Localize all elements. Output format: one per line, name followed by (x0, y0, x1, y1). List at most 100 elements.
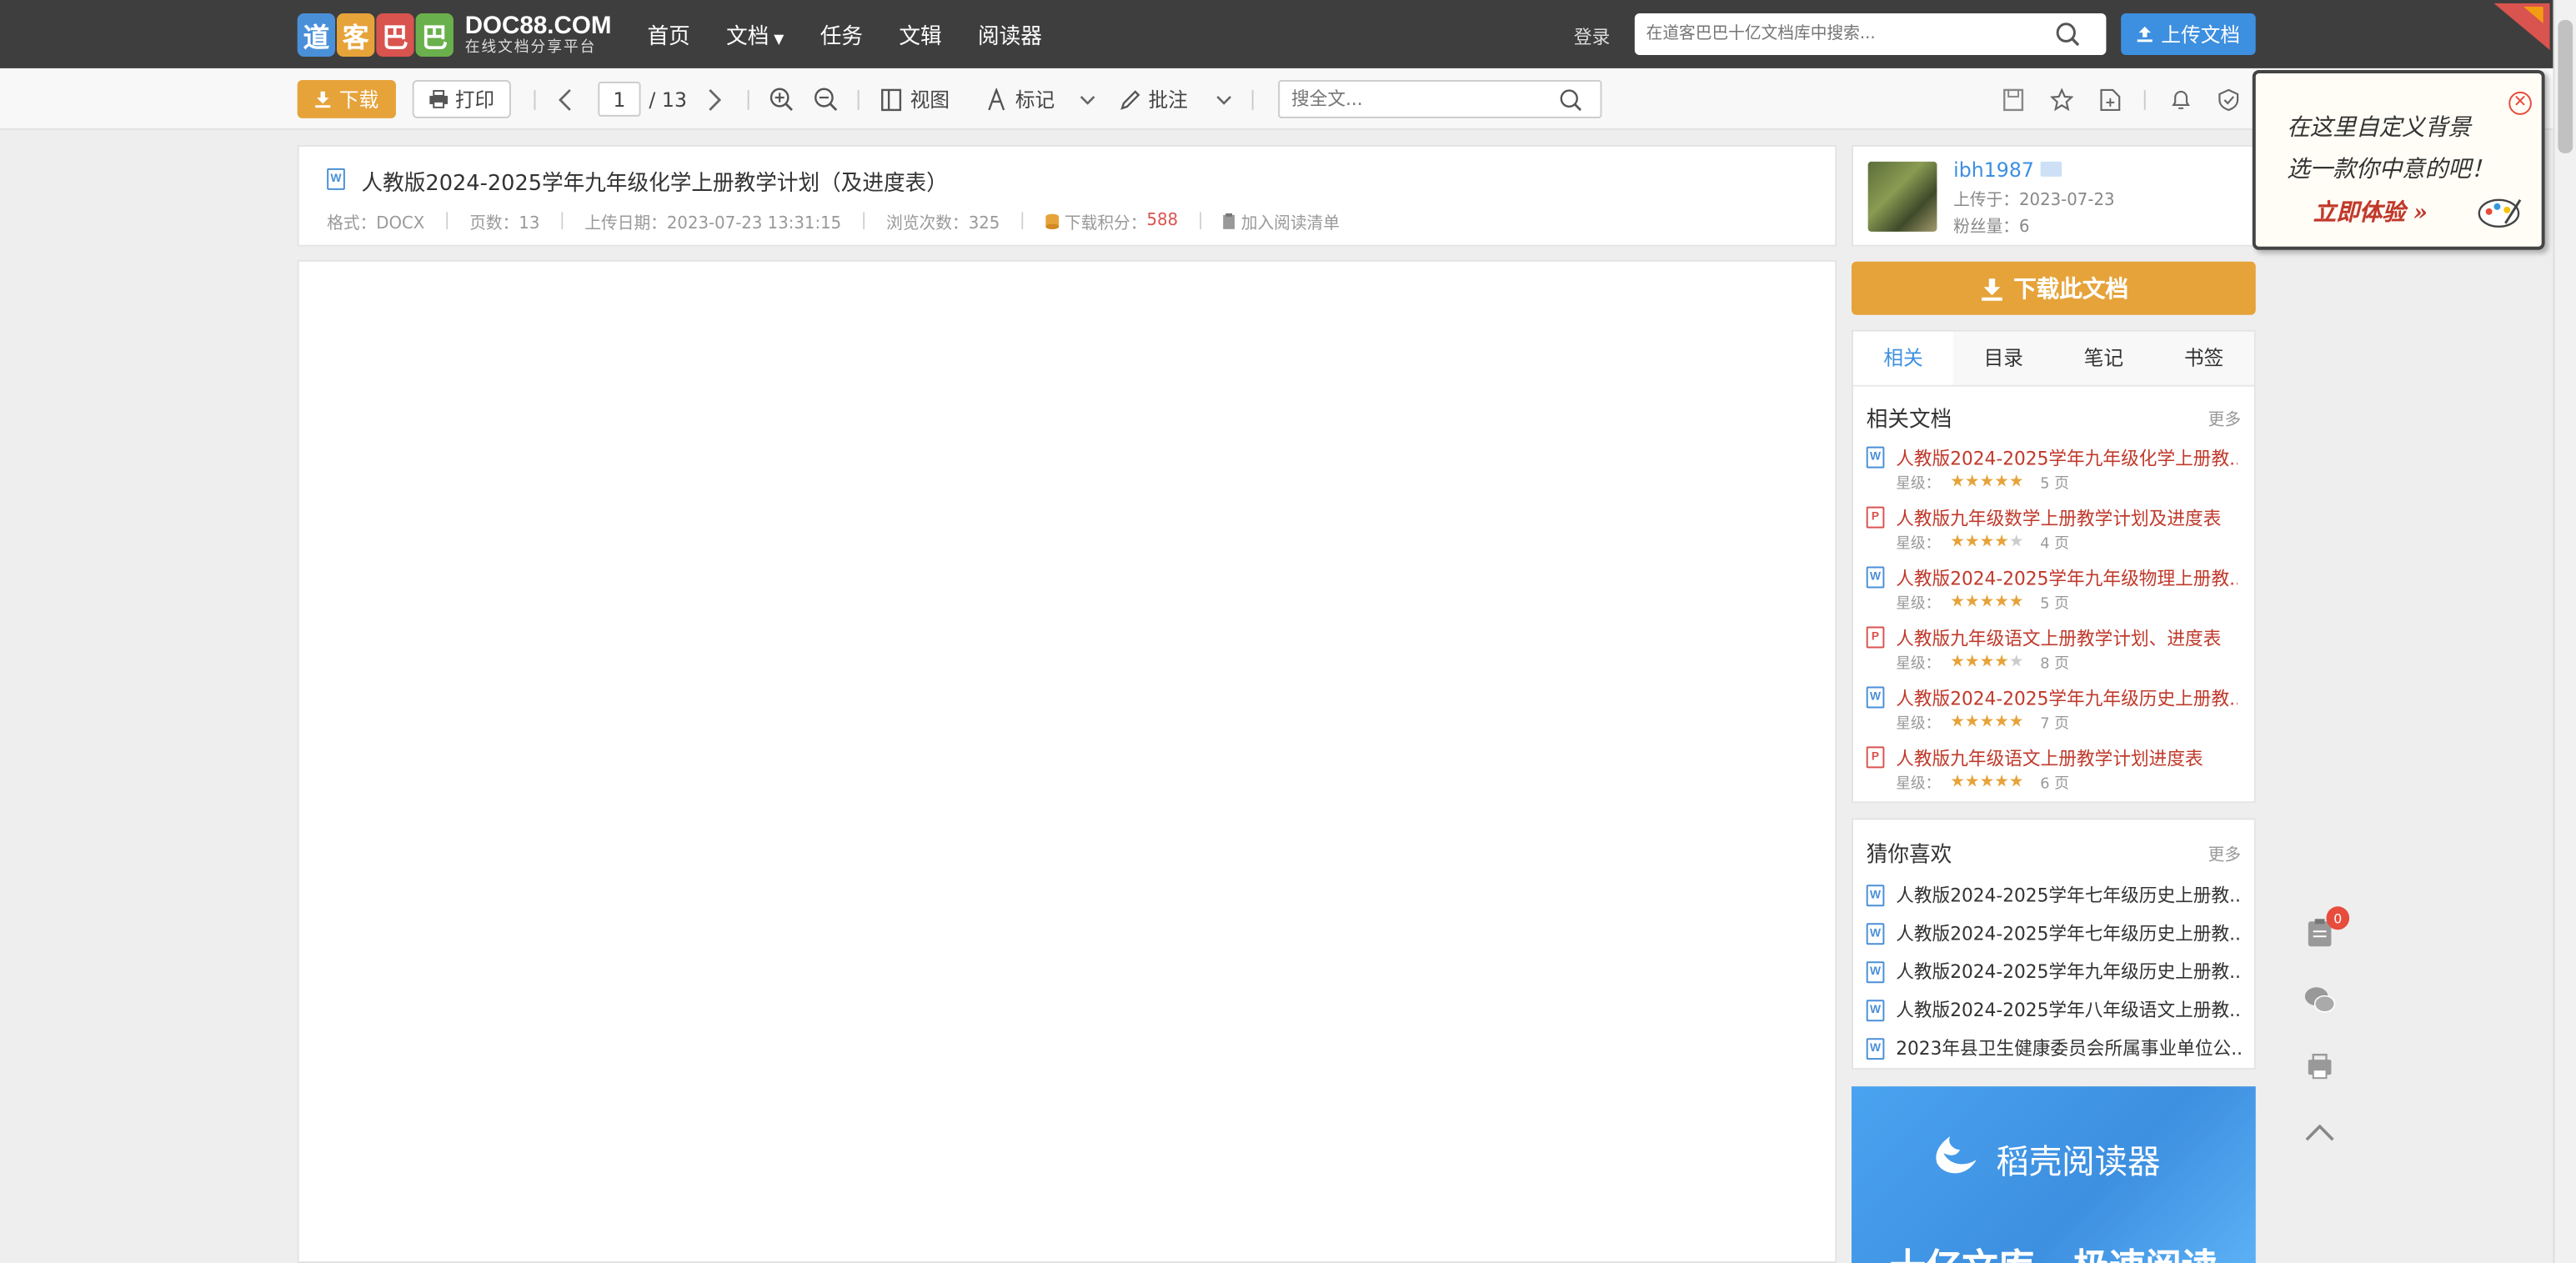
download-button[interactable]: 下载 (297, 79, 396, 118)
zoom-out-icon[interactable] (813, 80, 838, 118)
app-download-icon[interactable] (2297, 1046, 2343, 1086)
prev-page-icon[interactable] (557, 80, 574, 118)
tab-related[interactable]: 相关 (1852, 331, 1954, 385)
recommend-item-title[interactable]: 人教版2024-2025学年七年级历史上册教... (1896, 920, 2241, 946)
word-doc-icon: W (1866, 446, 1885, 469)
chevron-down-icon (1080, 94, 1096, 104)
reading-list-icon[interactable]: 0 (2297, 906, 2350, 953)
star-icon[interactable] (2050, 80, 2074, 118)
palette-icon (2478, 198, 2522, 228)
word-doc-icon: W (1866, 961, 1885, 984)
nav-collections[interactable]: 文辑 (899, 18, 941, 50)
search-icon[interactable] (1559, 88, 1582, 111)
doc-points-label: 下载积分： (1064, 214, 1147, 233)
recommend-item[interactable]: W 人教版2024-2025学年七年级历史上册教... (1866, 920, 2244, 946)
upload-button[interactable]: 上传文档 (2121, 13, 2256, 55)
related-item[interactable]: P 人教版九年级数学上册教学计划及进度表 星级： ★★★★★ 4 页 (1866, 505, 2244, 562)
recommend-item-title[interactable]: 人教版2024-2025学年九年级历史上册教... (1896, 958, 2241, 985)
bell-icon[interactable] (2170, 80, 2192, 118)
related-item-rating: 星级： ★★★★★ 6 页 (1896, 771, 2069, 793)
zoom-in-icon[interactable] (769, 80, 794, 118)
close-icon[interactable]: ✕ (2508, 91, 2532, 115)
related-item-pages: 8 页 (2040, 656, 2069, 674)
clipboard-icon (1223, 212, 1236, 229)
related-more-link[interactable]: 更多 (2208, 405, 2241, 430)
star-rating: ★★★★★ (1950, 533, 2024, 552)
toolbar-divider (857, 89, 860, 110)
related-item-title[interactable]: 人教版2024-2025学年九年级历史上册教... (1896, 684, 2238, 711)
document-page-view[interactable] (297, 259, 1837, 1263)
logo-char: 客 (336, 13, 375, 57)
custom-background-popup[interactable]: 在这里自定义背景 选一款你中意的吧！ 立即体验 » ✕ (2252, 69, 2545, 250)
logo-char: 巴 (415, 13, 454, 57)
nav-home[interactable]: 首页 (647, 18, 689, 50)
related-item[interactable]: W 人教版2024-2025学年九年级化学上册教... 星级： ★★★★★ 5 页 (1866, 445, 2244, 502)
add-doc-icon[interactable] (2100, 80, 2122, 118)
related-item-pages: 4 页 (2040, 536, 2069, 554)
scrollbar-thumb[interactable] (2558, 19, 2573, 153)
download-doc-button[interactable]: 下载此文档 (1851, 261, 2256, 315)
pdf-doc-icon: P (1866, 506, 1885, 529)
mail-icon[interactable] (2040, 161, 2062, 177)
related-item[interactable]: W 人教版2024-2025学年九年级历史上册教... 星级： ★★★★★ 7 页 (1866, 684, 2244, 741)
recommend-item[interactable]: W 人教版2024-2025学年七年级历史上册教... (1866, 881, 2244, 908)
corner-flag-icon[interactable] (2491, 0, 2553, 57)
recommend-item-title[interactable]: 人教版2024-2025学年八年级语文上册教... (1896, 996, 2241, 1023)
recommend-item[interactable]: W 人教版2024-2025学年九年级历史上册教... (1866, 958, 2244, 985)
page-number-input[interactable]: 1 (598, 81, 641, 117)
fulltext-search-input[interactable] (1280, 88, 1560, 110)
print-label: 打印 (454, 88, 495, 112)
related-item-rating: 星级： ★★★★★ 5 页 (1896, 472, 2069, 494)
save-icon[interactable] (2002, 80, 2024, 118)
avatar[interactable] (1867, 161, 1937, 232)
recommend-item[interactable]: W 人教版2024-2025学年八年级语文上册教... (1866, 996, 2244, 1023)
tab-toc[interactable]: 目录 (1953, 332, 2053, 385)
shield-check-icon[interactable] (2218, 80, 2239, 118)
related-item[interactable]: P 人教版九年级语文上册教学计划、进度表 星级： ★★★★★ 8 页 (1866, 625, 2244, 682)
recommend-title: 猜你喜欢 (1866, 843, 1952, 869)
word-doc-icon: W (1866, 1000, 1885, 1022)
back-to-top-icon[interactable] (2297, 1113, 2343, 1153)
page-scrollbar[interactable] (2553, 0, 2576, 1263)
recommend-item-title[interactable]: 人教版2024-2025学年七年级历史上册教... (1896, 881, 2241, 908)
add-reading-list-link[interactable]: 加入阅读清单 (1241, 208, 1340, 233)
star-label: 星级： (1896, 776, 1941, 794)
recommend-more-link[interactable]: 更多 (2208, 839, 2241, 865)
print-button[interactable]: 打印 (412, 79, 511, 118)
view-button[interactable]: 视图 (880, 80, 950, 118)
related-item-title[interactable]: 人教版九年级数学上册教学计划及进度表 (1896, 505, 2238, 532)
next-page-icon[interactable] (706, 80, 723, 118)
doc-points-value: 588 (1146, 211, 1179, 230)
site-search-input[interactable] (1634, 13, 2046, 54)
related-item-rating: 星级： ★★★★★ 4 页 (1896, 532, 2069, 554)
reader-ad-banner[interactable]: 稻壳阅读器 十亿文库 · 极速阅读 (1851, 1086, 2256, 1263)
star-label: 星级： (1896, 716, 1941, 734)
pen-icon (1119, 88, 1140, 111)
nav-docs[interactable]: 文档 ▼ (726, 18, 784, 50)
logo-tagline: 在线文档分享平台 (464, 39, 597, 57)
logo-domain: DOC88.COM (464, 11, 612, 40)
recommend-item-title[interactable]: 2023年县卫生健康委员会所属事业单位公... (1896, 1035, 2241, 1061)
nav-reader[interactable]: 阅读器 (978, 18, 1042, 50)
related-item-title[interactable]: 人教版2024-2025学年九年级化学上册教... (1896, 445, 2238, 472)
related-item-title[interactable]: 人教版2024-2025学年九年级物理上册教... (1896, 565, 2238, 592)
recommend-item[interactable]: W 2023年县卫生健康委员会所属事业单位公... (1866, 1035, 2244, 1061)
related-item-title[interactable]: 人教版九年级语文上册教学计划、进度表 (1896, 625, 2238, 652)
tab-bookmarks[interactable]: 书签 (2154, 332, 2254, 385)
star-label: 星级： (1896, 656, 1941, 674)
nav-tasks[interactable]: 任务 (820, 18, 863, 50)
related-item[interactable]: P 人教版九年级语文上册教学计划进度表 星级： ★★★★★ 6 页 (1866, 744, 2244, 801)
wechat-icon[interactable] (2297, 980, 2343, 1020)
mark-button[interactable]: 标记 (985, 80, 1095, 118)
site-logo[interactable]: 道客巴巴 DOC88.COM 在线文档分享平台 (297, 10, 612, 60)
related-item[interactable]: W 人教版2024-2025学年九年级物理上册教... 星级： ★★★★★ 5 页 (1866, 565, 2244, 622)
annotate-button[interactable]: 批注 (1119, 80, 1232, 118)
download-doc-label: 下载此文档 (2013, 276, 2129, 303)
author-name[interactable]: ibh1987 (1953, 158, 2034, 182)
search-icon[interactable] (2055, 22, 2080, 47)
doc-title: 人教版2024-2025学年九年级化学上册教学计划（及进度表） (361, 171, 948, 197)
popup-cta[interactable]: 立即体验 » (2313, 195, 2428, 228)
related-item-title[interactable]: 人教版九年级语文上册教学计划进度表 (1896, 744, 2238, 771)
tab-notes[interactable]: 笔记 (2053, 332, 2153, 385)
login-link[interactable]: 登录 (1574, 23, 1610, 50)
